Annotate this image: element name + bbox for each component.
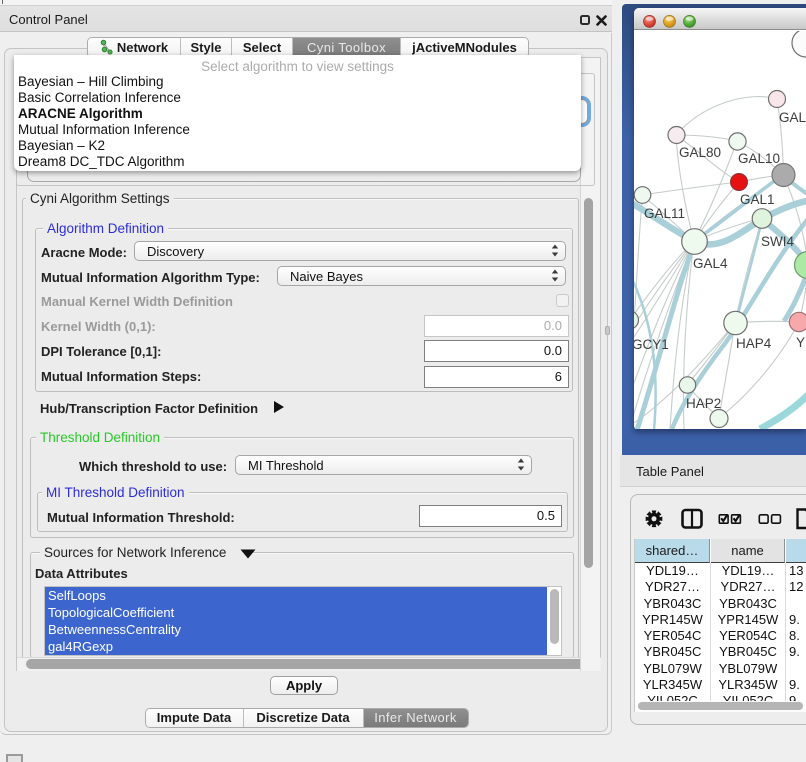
svg-text:Y: Y: [796, 335, 805, 350]
svg-text:HAP4: HAP4: [736, 336, 772, 351]
svg-text:GAL7: GAL7: [779, 110, 806, 125]
svg-text:GAL4: GAL4: [693, 256, 728, 271]
svg-text:GCY1: GCY1: [634, 337, 669, 352]
svg-text:GAL1: GAL1: [740, 192, 775, 207]
svg-text:GAL80: GAL80: [679, 145, 721, 160]
svg-text:GAL10: GAL10: [738, 151, 780, 166]
svg-text:HAP2: HAP2: [686, 396, 721, 411]
svg-text:SWI4: SWI4: [761, 234, 794, 249]
svg-text:GAL11: GAL11: [644, 206, 685, 221]
